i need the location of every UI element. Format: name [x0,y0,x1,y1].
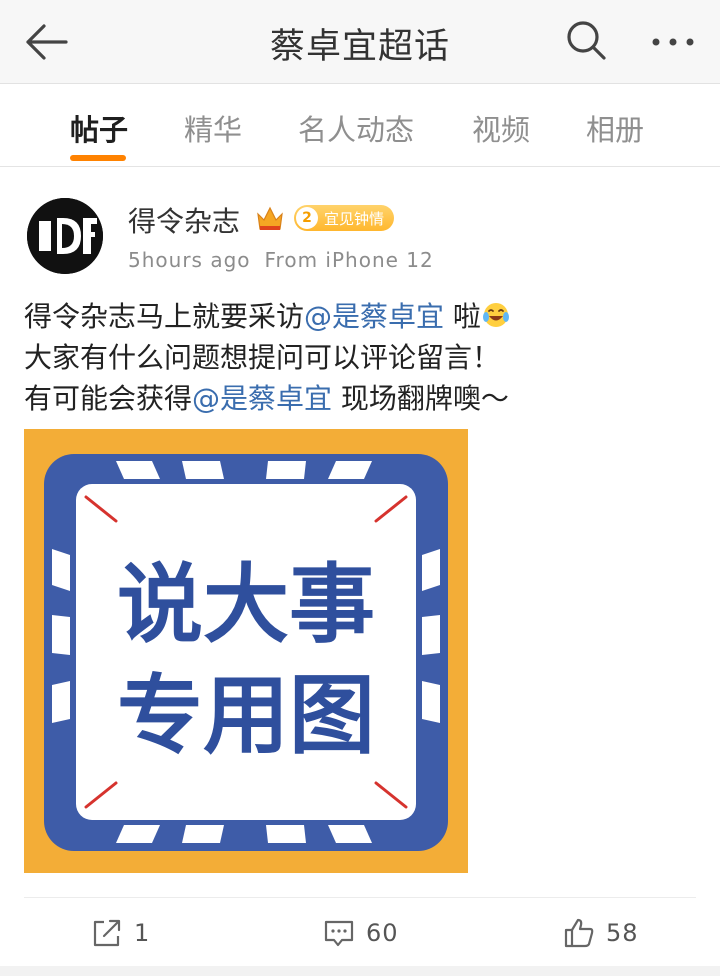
text-segment: 有可能会获得 [24,382,193,415]
text-segment: 啦 [444,300,481,333]
fan-level-number: 2 [296,207,318,229]
text-segment: 现场翻牌噢～ [332,382,509,415]
like-button[interactable]: 58 [562,916,672,952]
tab-bar: 帖子 精华 名人动态 视频 相册 [0,85,720,167]
post-line: 有可能会获得@是蔡卓宜 现场翻牌噢～ [24,378,704,419]
tab-featured[interactable]: 精华 [184,107,242,149]
page-title: 蔡卓宜超话 [269,27,450,67]
feed-separator [0,966,720,976]
tab-videos[interactable]: 视频 [472,107,530,149]
top-bar: 蔡卓宜超话 [0,0,720,84]
post-time: 5hours ago [128,248,251,272]
image-title-line1: 说大事 [117,555,375,655]
fan-level-badge[interactable]: 2 宜见钟情 [294,205,394,231]
author-name[interactable]: 得令杂志 [128,200,240,240]
magazine-logo-icon [27,198,103,274]
crown-icon [257,206,283,230]
share-icon [93,919,121,947]
like-count: 58 [606,919,639,947]
tab-album[interactable]: 相册 [586,107,644,149]
mention-link[interactable]: @是蔡卓宜 [304,300,444,333]
laughing-tears-emoji-icon [482,303,509,327]
post-image[interactable]: 说大事 专用图 [24,429,468,873]
repost-count: 1 [134,919,151,947]
search-button[interactable] [564,18,610,64]
image-title-line2: 专用图 [117,666,375,766]
post-line: 大家有什么问题想提问可以评论留言！ [24,341,501,374]
search-icon [567,21,606,60]
post-meta: 5hours ago From iPhone 12 [128,248,434,272]
action-divider [24,897,696,898]
post-content: 得令杂志马上就要采访@是蔡卓宜 啦 大家有什么问题想提问可以评论留言！ 有可能会… [24,296,704,419]
post-source: From iPhone 12 [264,248,434,272]
fan-badge-label: 宜见钟情 [324,210,385,228]
more-button[interactable] [648,24,698,60]
thumbs-up-icon [564,918,594,948]
avatar[interactable] [27,198,133,476]
more-horizontal-icon [652,38,694,46]
comment-button[interactable]: 60 [322,916,432,952]
comment-icon [324,920,354,947]
tab-posts[interactable]: 帖子 [70,107,128,149]
tab-celebrity-updates[interactable]: 名人动态 [298,107,414,149]
post-line: 得令杂志马上就要采访@是蔡卓宜 啦 [24,296,704,337]
text-segment: 得令杂志马上就要采访 [24,300,305,333]
comment-count: 60 [366,919,399,947]
active-tab-indicator [70,155,126,161]
repost-button[interactable]: 1 [90,916,190,952]
mention-link[interactable]: @是蔡卓宜 [192,382,332,415]
